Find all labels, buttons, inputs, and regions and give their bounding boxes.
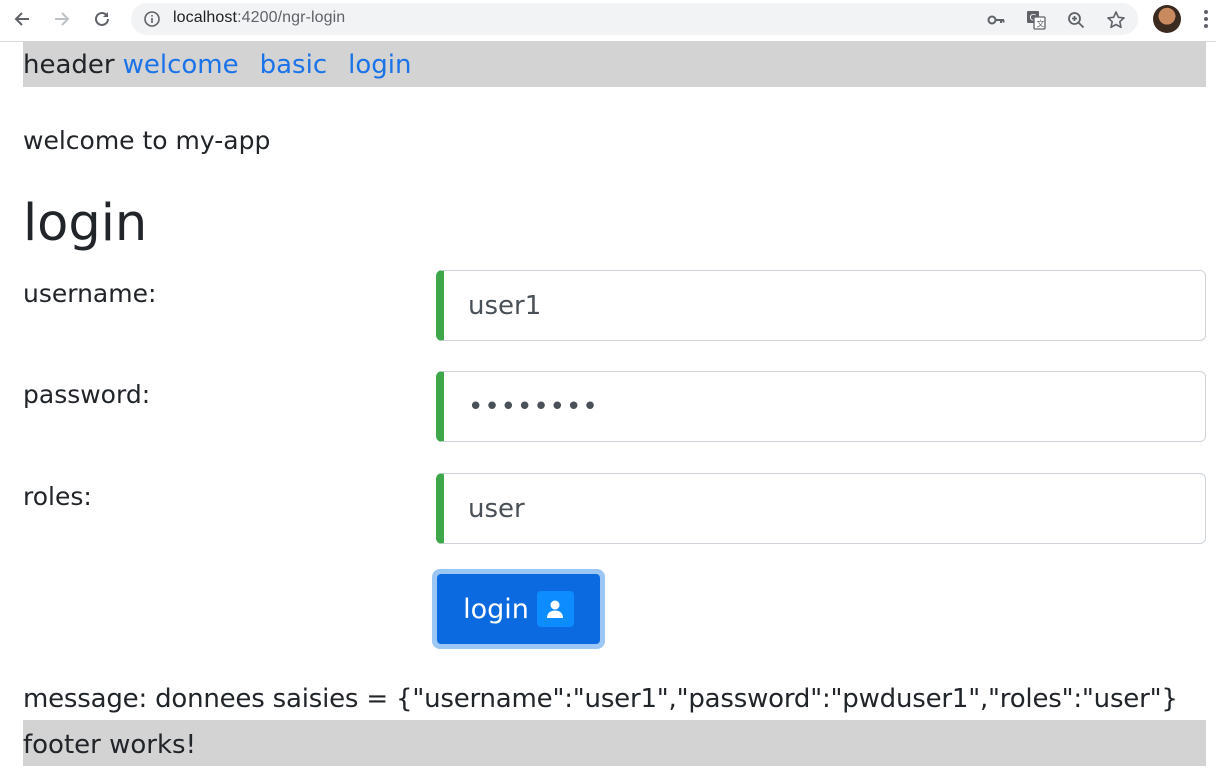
username-label: username: <box>23 279 157 308</box>
roles-label: roles: <box>23 482 92 511</box>
user-icon <box>536 591 574 627</box>
page-title: login <box>23 194 148 253</box>
more-menu-icon[interactable] <box>1196 6 1216 32</box>
login-button-label: login <box>463 593 529 625</box>
back-button[interactable] <box>7 5 37 33</box>
address-bar[interactable]: localhost:4200/ngr-login G文 <box>131 3 1138 35</box>
nav-link-basic[interactable]: basic <box>260 50 328 80</box>
site-footer: footer works! <box>23 720 1206 766</box>
key-icon[interactable] <box>985 9 1007 31</box>
username-row: username: <box>23 270 1206 341</box>
welcome-text: welcome to my-app <box>23 126 271 155</box>
info-icon[interactable] <box>143 10 161 28</box>
forward-button[interactable] <box>47 5 77 33</box>
nav-link-login[interactable]: login <box>348 50 411 80</box>
nav-link-welcome[interactable]: welcome <box>123 50 239 80</box>
browser-toolbar: localhost:4200/ngr-login G文 <box>0 0 1216 42</box>
reload-button[interactable] <box>87 5 117 33</box>
password-field[interactable] <box>436 371 1206 442</box>
svg-text:文: 文 <box>1037 19 1045 29</box>
password-row: password: <box>23 371 1206 442</box>
password-label: password: <box>23 380 151 409</box>
arrow-right-icon <box>55 12 70 26</box>
translate-icon[interactable]: G文 <box>1025 9 1047 31</box>
roles-field[interactable] <box>436 473 1206 544</box>
header-text: header <box>23 50 115 80</box>
status-message: message: donnees saisies = {"username":"… <box>23 684 1178 714</box>
roles-row: roles: <box>23 473 1206 544</box>
zoom-icon[interactable] <box>1065 9 1087 31</box>
username-field[interactable] <box>436 270 1206 341</box>
url-text: localhost:4200/ngr-login <box>173 9 346 26</box>
star-icon[interactable] <box>1105 9 1127 31</box>
avatar[interactable] <box>1153 5 1181 33</box>
site-header: header welcome basic login <box>23 41 1206 87</box>
page-content: header welcome basic login welcome to my-ap… <box>23 41 1206 766</box>
login-button[interactable]: login <box>432 569 605 649</box>
arrow-left-icon <box>14 12 29 26</box>
reload-icon <box>95 11 109 26</box>
